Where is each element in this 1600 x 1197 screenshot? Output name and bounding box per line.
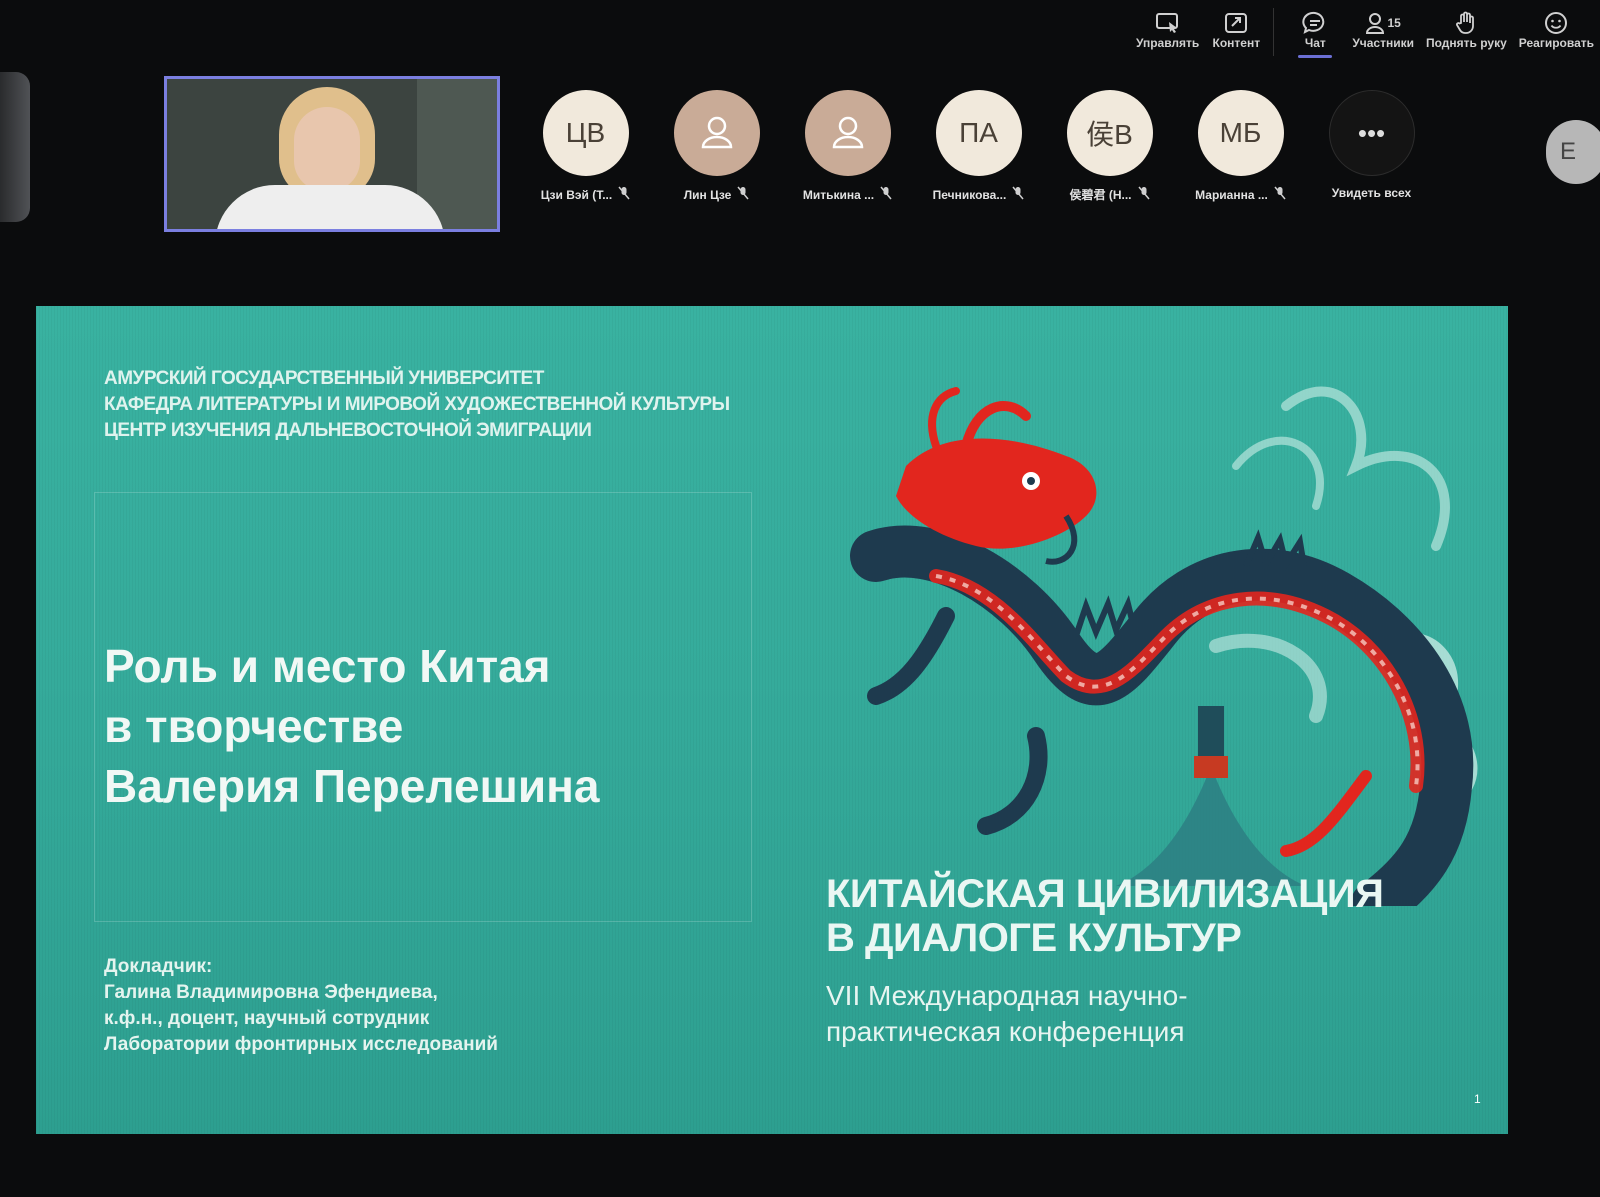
participants-label: Участники bbox=[1352, 36, 1414, 50]
speaker-info: Докладчик: Галина Владимировна Эфендиева… bbox=[104, 954, 498, 1058]
organization-header: АМУРСКИЙ ГОСУДАРСТВЕННЫЙ УНИВЕРСИТЕТ КАФ… bbox=[104, 366, 730, 444]
raise-hand-label: Поднять руку bbox=[1425, 36, 1507, 50]
participant-tile[interactable]: Лин Цзе bbox=[651, 90, 782, 203]
chat-icon bbox=[1302, 10, 1328, 36]
participant-name: Митькина ... bbox=[802, 187, 875, 202]
content-button[interactable]: Контент bbox=[1205, 0, 1267, 54]
avatar: ПА bbox=[935, 90, 1022, 176]
speaker-line: к.ф.н., доцент, научный сотрудник bbox=[104, 1008, 430, 1029]
speaker-video-tile[interactable] bbox=[164, 76, 500, 232]
toolbar-divider bbox=[1273, 8, 1275, 56]
participant-name: Печникова... bbox=[932, 187, 1007, 202]
participant-tile[interactable]: ЦВ Цзи Вэй (Т... bbox=[520, 90, 651, 203]
speaker-line: Галина Владимировна Эфендиева, bbox=[104, 982, 438, 1003]
manage-button[interactable]: Управлять bbox=[1130, 0, 1205, 54]
avatar bbox=[804, 90, 891, 176]
more-icon: ••• bbox=[1328, 90, 1415, 176]
person-icon bbox=[701, 116, 732, 149]
see-all-label: Увидеть всех bbox=[1331, 186, 1412, 200]
mic-muted-icon bbox=[737, 186, 749, 203]
mic-muted-icon bbox=[1012, 186, 1024, 203]
manage-label: Управлять bbox=[1135, 36, 1200, 50]
conference-subtitle: VII Международная научно- практическая к… bbox=[826, 978, 1188, 1050]
speaker-line: Докладчик: bbox=[104, 956, 213, 977]
participants-button[interactable]: 15 Участники bbox=[1346, 0, 1420, 54]
conference-subtitle-line: VII Международная научно- bbox=[826, 980, 1188, 1011]
participant-video-partial[interactable] bbox=[0, 72, 30, 222]
people-icon: 15 bbox=[1365, 10, 1401, 36]
dragon-illustration bbox=[850, 386, 1478, 906]
participant-name: 侯碧君 (Н... bbox=[1069, 188, 1132, 202]
mic-muted-icon bbox=[1137, 186, 1150, 203]
participant-avatar-partial[interactable]: Е bbox=[1546, 120, 1600, 184]
mic-muted-icon bbox=[1274, 186, 1286, 203]
avatar: 侯В bbox=[1066, 90, 1153, 176]
speaker-face bbox=[294, 107, 360, 191]
participants-count: 15 bbox=[1387, 16, 1401, 30]
org-line: ЦЕНТР ИЗУЧЕНИЯ ДАЛЬНЕВОСТОЧНОЙ ЭМИГРАЦИИ bbox=[104, 420, 592, 441]
raise-hand-button[interactable]: Поднять руку bbox=[1420, 0, 1513, 54]
title-line: Валерия Перелешина bbox=[104, 760, 600, 812]
content-label: Контент bbox=[1212, 36, 1261, 50]
person-icon bbox=[832, 116, 863, 149]
chat-label: Чат bbox=[1304, 36, 1326, 50]
shared-presentation-slide: АМУРСКИЙ ГОСУДАРСТВЕННЫЙ УНИВЕРСИТЕТ КАФ… bbox=[36, 306, 1508, 1134]
mic-muted-icon bbox=[880, 186, 892, 203]
hand-icon bbox=[1455, 10, 1477, 36]
avatar: ЦВ bbox=[542, 90, 629, 176]
title-line: Роль и место Китая bbox=[104, 640, 551, 692]
chat-button[interactable]: Чат bbox=[1284, 0, 1346, 58]
screen-share-icon bbox=[1155, 10, 1181, 36]
meeting-toolbar: Управлять Контент Чат 15 Участники Подня… bbox=[1080, 0, 1600, 64]
org-line: АМУРСКИЙ ГОСУДАРСТВЕННЫЙ УНИВЕРСИТЕТ bbox=[104, 368, 544, 389]
participant-gallery: ЦВ Цзи Вэй (Т... Лин Цзе Митькина ... ПА… bbox=[520, 90, 1437, 203]
conference-title-line: В ДИАЛОГЕ КУЛЬТУР bbox=[826, 916, 1242, 960]
react-label: Реагировать bbox=[1518, 36, 1594, 50]
conference-title-line: КИТАЙСКАЯ ЦИВИЛИЗАЦИЯ bbox=[826, 872, 1384, 916]
avatar bbox=[673, 90, 760, 176]
participant-tile[interactable]: ПА Печникова... bbox=[913, 90, 1044, 203]
participant-tile[interactable]: Митькина ... bbox=[782, 90, 913, 203]
slide-title: Роль и место Китая в творчестве Валерия … bbox=[104, 636, 600, 816]
participant-tile[interactable]: МБ Марианна ... bbox=[1175, 90, 1306, 203]
slide-page-number: 1 bbox=[1474, 1092, 1481, 1106]
participant-name: Марианна ... bbox=[1195, 187, 1268, 202]
smiley-icon bbox=[1544, 10, 1568, 36]
participant-name: Лин Цзе bbox=[683, 187, 732, 202]
conference-title: КИТАЙСКАЯ ЦИВИЛИЗАЦИЯ В ДИАЛОГЕ КУЛЬТУР bbox=[826, 872, 1384, 960]
org-line: КАФЕДРА ЛИТЕРАТУРЫ И МИРОВОЙ ХУДОЖЕСТВЕН… bbox=[104, 394, 730, 415]
avatar: МБ bbox=[1197, 90, 1284, 176]
participant-tile[interactable]: 侯В 侯碧君 (Н... bbox=[1044, 90, 1175, 203]
title-line: в творчестве bbox=[104, 700, 404, 752]
speaker-sweater bbox=[215, 185, 445, 229]
react-button[interactable]: Реагировать bbox=[1513, 0, 1600, 54]
share-content-icon bbox=[1224, 10, 1248, 36]
see-all-button[interactable]: ••• Увидеть всех bbox=[1306, 90, 1437, 203]
speaker-line: Лаборатории фронтирных исследований bbox=[104, 1034, 498, 1055]
conference-subtitle-line: практическая конференция bbox=[826, 1016, 1185, 1047]
mic-muted-icon bbox=[618, 186, 630, 203]
participant-name: Цзи Вэй (Т... bbox=[540, 187, 613, 202]
